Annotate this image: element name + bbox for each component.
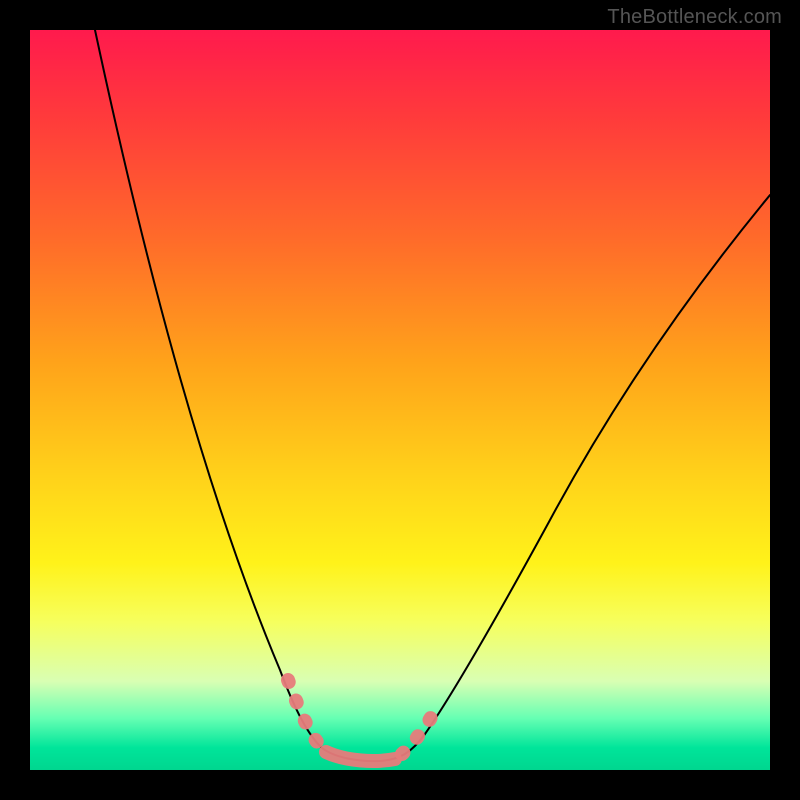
chart-plot-area [30,30,770,770]
main-curve-path [95,30,770,761]
watermark-text: TheBottleneck.com [607,6,782,29]
overlay-right-dotted [402,702,440,754]
bottleneck-curve [30,30,770,770]
overlay-valley-floor [326,752,395,761]
overlay-left-dotted [288,680,322,748]
